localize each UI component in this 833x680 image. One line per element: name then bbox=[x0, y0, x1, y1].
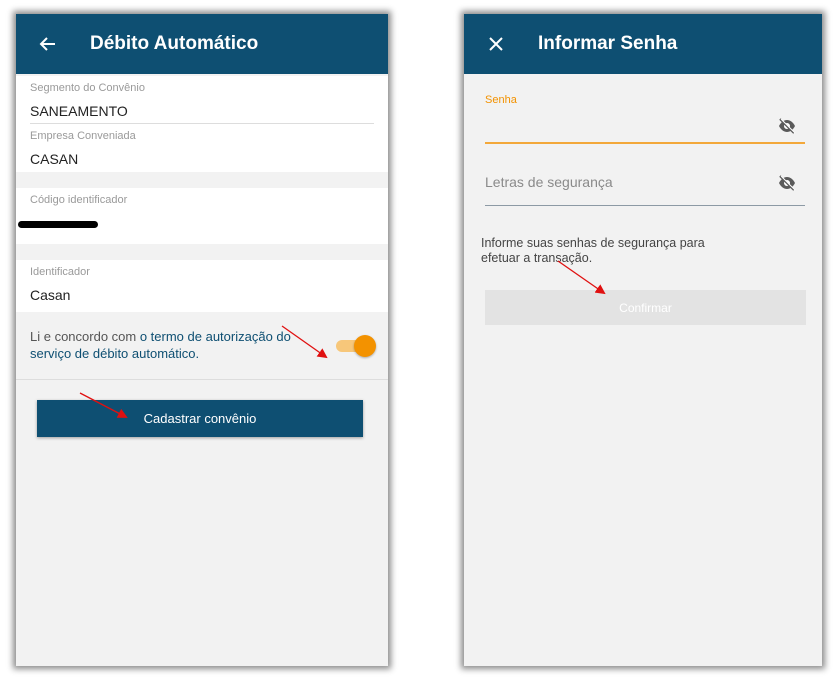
empresa-label: Empresa Conveniada bbox=[30, 130, 136, 142]
cadastrar-convenio-button[interactable]: Cadastrar convênio bbox=[37, 400, 363, 437]
empresa-value: CASAN bbox=[30, 151, 79, 167]
redaction-mark bbox=[18, 221, 98, 228]
identificador-label: Identificador bbox=[30, 266, 90, 278]
app-bar: Informar Senha bbox=[464, 14, 822, 74]
page-title: Débito Automático bbox=[90, 33, 259, 54]
eye-off-icon[interactable] bbox=[777, 173, 797, 193]
eye-off-icon[interactable] bbox=[777, 116, 797, 136]
codigo-label: Código identificador bbox=[30, 194, 128, 206]
spacer bbox=[16, 244, 388, 260]
senha-label: Senha bbox=[485, 94, 517, 106]
info-text: Informe suas senhas de segurança para ef… bbox=[481, 236, 705, 265]
segmento-value: SANEAMENTO bbox=[30, 103, 128, 119]
terms-toggle[interactable] bbox=[334, 334, 376, 357]
segmento-field[interactable]: Segmento do Convênio SANEAMENTO bbox=[30, 76, 374, 124]
close-icon[interactable] bbox=[482, 30, 510, 58]
codigo-group: Código identificador bbox=[16, 188, 388, 244]
senha-input[interactable] bbox=[485, 117, 745, 139]
debito-automatico-screen: Débito Automático Segmento do Convênio S… bbox=[16, 14, 388, 666]
terms-row: Li e concordo com o termo de autorização… bbox=[16, 312, 388, 380]
terms-text: Li e concordo com o termo de autorização… bbox=[30, 329, 334, 362]
informar-senha-screen: Informar Senha Senha Letras de segurança bbox=[464, 14, 822, 666]
segmento-label: Segmento do Convênio bbox=[30, 82, 145, 94]
password-form: Senha Letras de segurança Informe suas s… bbox=[464, 94, 822, 325]
toggle-thumb bbox=[354, 334, 376, 357]
identificador-value: Casan bbox=[30, 287, 71, 303]
convenio-fields-group: Segmento do Convênio SANEAMENTO Empresa … bbox=[16, 76, 388, 172]
page-title: Informar Senha bbox=[538, 33, 678, 54]
spacer bbox=[16, 172, 388, 188]
letras-seguranca-field[interactable]: Letras de segurança bbox=[485, 166, 805, 206]
terms-prefix: Li e concordo com bbox=[30, 329, 140, 345]
identificador-group: Identificador Casan bbox=[16, 260, 388, 312]
empresa-field[interactable]: Empresa Conveniada CASAN bbox=[30, 124, 374, 172]
confirmar-button[interactable]: Confirmar bbox=[485, 290, 806, 325]
codigo-value bbox=[18, 215, 374, 231]
senha-field[interactable]: Senha bbox=[485, 94, 805, 144]
identificador-field[interactable]: Identificador Casan bbox=[30, 260, 374, 312]
codigo-field[interactable]: Código identificador bbox=[18, 188, 374, 244]
arrow-left-icon[interactable] bbox=[34, 30, 62, 58]
app-bar: Débito Automático bbox=[16, 14, 388, 74]
letras-seguranca-placeholder: Letras de segurança bbox=[485, 174, 613, 190]
